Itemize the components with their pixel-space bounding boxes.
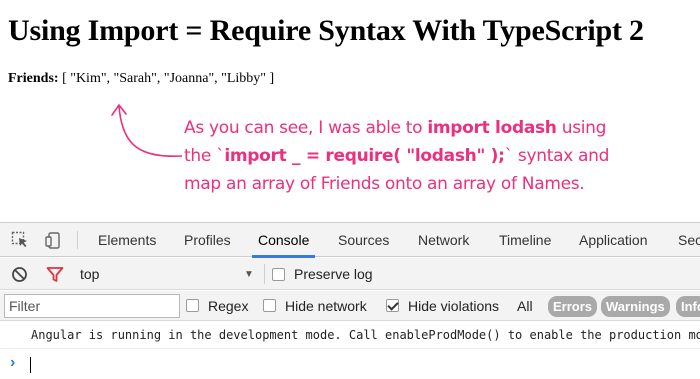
annotation-note: As you can see, I was able to import lod…: [184, 114, 684, 198]
devtools-tab-bar: Elements Profiles Console Sources Networ…: [0, 223, 700, 258]
tab-console[interactable]: Console: [251, 223, 316, 258]
preserve-log-label: Preserve log: [294, 266, 373, 282]
tab-elements[interactable]: Elements: [98, 223, 156, 257]
chevron-down-icon[interactable]: ▼: [244, 269, 254, 280]
tab-timeline[interactable]: Timeline: [499, 223, 551, 257]
tab-profiles[interactable]: Profiles: [184, 223, 231, 257]
annotation-arrow: [111, 104, 183, 157]
toolbar-separator: [264, 264, 265, 284]
annotation-line-2: the `import _ = require( "lodash" );` sy…: [184, 146, 610, 166]
hide-violations-label: Hide violations: [408, 298, 500, 314]
tab-bar-separator: [77, 231, 78, 249]
friends-label: Friends:: [8, 71, 59, 86]
context-select[interactable]: top: [80, 258, 99, 290]
inspect-element-icon[interactable]: [10, 230, 30, 250]
devtools-panel: Elements Profiles Console Sources Networ…: [0, 222, 700, 379]
console-toolbar: top ▼ Preserve log: [0, 258, 700, 290]
preserve-log-checkbox[interactable]: [272, 268, 285, 281]
annotation-line-3: map an array of Friends onto an array of…: [184, 174, 585, 194]
filter-icon[interactable]: [46, 266, 64, 283]
level-all[interactable]: All: [517, 298, 533, 314]
console-filter-bar: Regex Hide network Hide violations All E…: [0, 291, 700, 321]
annotation-line-1: As you can see, I was able to import lod…: [184, 118, 607, 138]
tab-security[interactable]: Sec: [678, 223, 700, 257]
hide-network-checkbox[interactable]: [263, 299, 276, 312]
level-warnings[interactable]: Warnings: [601, 296, 670, 317]
text-cursor: [30, 357, 31, 373]
friends-value: [ "Kim", "Sarah", "Joanna", "Libby" ]: [62, 71, 275, 86]
prompt-chevron-icon: ›: [10, 354, 16, 371]
level-errors[interactable]: Errors: [548, 296, 598, 317]
tab-sources[interactable]: Sources: [338, 223, 389, 257]
page-title: Using Import = Require Syntax With TypeS…: [8, 14, 644, 47]
device-toolbar-icon[interactable]: [44, 230, 64, 250]
console-message: Angular is running in the development mo…: [0, 322, 700, 349]
console-prompt[interactable]: ›: [0, 350, 700, 379]
regex-checkbox[interactable]: [186, 299, 199, 312]
level-info[interactable]: Info: [676, 296, 700, 317]
friends-line: Friends: [ "Kim", "Sarah", "Joanna", "Li…: [8, 71, 274, 87]
tab-network[interactable]: Network: [418, 223, 469, 257]
console-message-text: Angular is running in the development mo…: [31, 328, 700, 342]
filter-input[interactable]: [4, 294, 180, 318]
regex-label: Regex: [208, 298, 249, 314]
hide-violations-checkbox[interactable]: [386, 299, 399, 312]
hide-network-label: Hide network: [285, 298, 367, 314]
clear-console-icon[interactable]: [11, 266, 28, 283]
tab-application[interactable]: Application: [579, 223, 648, 257]
